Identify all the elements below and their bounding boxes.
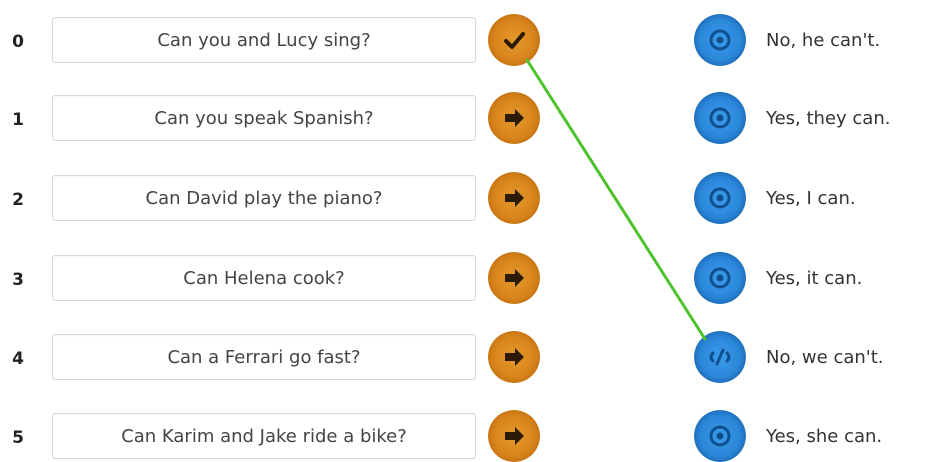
question-select-button[interactable] <box>488 14 540 66</box>
answer-target-button[interactable] <box>694 172 746 224</box>
arrow-right-icon <box>505 269 524 287</box>
question-text: Can a Ferrari go fast? <box>167 346 361 368</box>
check-icon <box>504 32 525 49</box>
row-number: 5 <box>12 428 24 448</box>
row-number: 3 <box>12 270 24 290</box>
answer-text: No, he can't. <box>766 30 881 51</box>
link-slash-icon <box>709 348 731 366</box>
question-select-button[interactable] <box>488 92 540 144</box>
ring-target-icon <box>709 187 731 209</box>
question-box[interactable]: Can David play the piano? <box>52 175 476 221</box>
ring-target-icon <box>709 29 731 51</box>
question-box[interactable]: Can you and Lucy sing? <box>52 17 476 63</box>
row-number: 0 <box>12 32 24 52</box>
row-number: 1 <box>12 110 24 130</box>
question-select-button[interactable] <box>488 252 540 304</box>
question-text: Can Helena cook? <box>183 267 345 289</box>
question-box[interactable]: Can Helena cook? <box>52 255 476 301</box>
arrow-right-icon <box>505 109 524 127</box>
answer-text: Yes, they can. <box>766 108 891 129</box>
row-number: 4 <box>12 349 24 369</box>
answer-text: Yes, I can. <box>766 188 856 209</box>
answer-text: No, we can't. <box>766 347 884 368</box>
question-box[interactable]: Can you speak Spanish? <box>52 95 476 141</box>
ring-target-icon <box>709 267 731 289</box>
answer-target-button[interactable] <box>694 14 746 66</box>
question-text: Can Karim and Jake ride a bike? <box>121 425 407 447</box>
ring-target-icon <box>709 107 731 129</box>
answer-text: Yes, she can. <box>766 426 883 447</box>
connection-line <box>525 58 707 341</box>
matching-exercise: 0 Can you and Lucy sing? No, he can't. 1… <box>0 0 925 462</box>
question-box[interactable]: Can a Ferrari go fast? <box>52 334 476 380</box>
question-text: Can you speak Spanish? <box>154 107 374 129</box>
answer-text: Yes, it can. <box>766 268 863 289</box>
answer-target-button[interactable] <box>694 92 746 144</box>
arrow-right-icon <box>505 189 524 207</box>
arrow-right-icon <box>505 427 524 445</box>
ring-target-icon <box>709 425 731 447</box>
question-select-button[interactable] <box>488 172 540 224</box>
question-text: Can you and Lucy sing? <box>157 29 371 51</box>
answer-target-button[interactable] <box>694 410 746 462</box>
question-select-button[interactable] <box>488 331 540 383</box>
question-select-button[interactable] <box>488 410 540 462</box>
answer-target-button[interactable] <box>694 331 746 383</box>
row-number: 2 <box>12 190 24 210</box>
question-box[interactable]: Can Karim and Jake ride a bike? <box>52 413 476 459</box>
question-text: Can David play the piano? <box>145 187 383 209</box>
answer-target-button[interactable] <box>694 252 746 304</box>
arrow-right-icon <box>505 348 524 366</box>
